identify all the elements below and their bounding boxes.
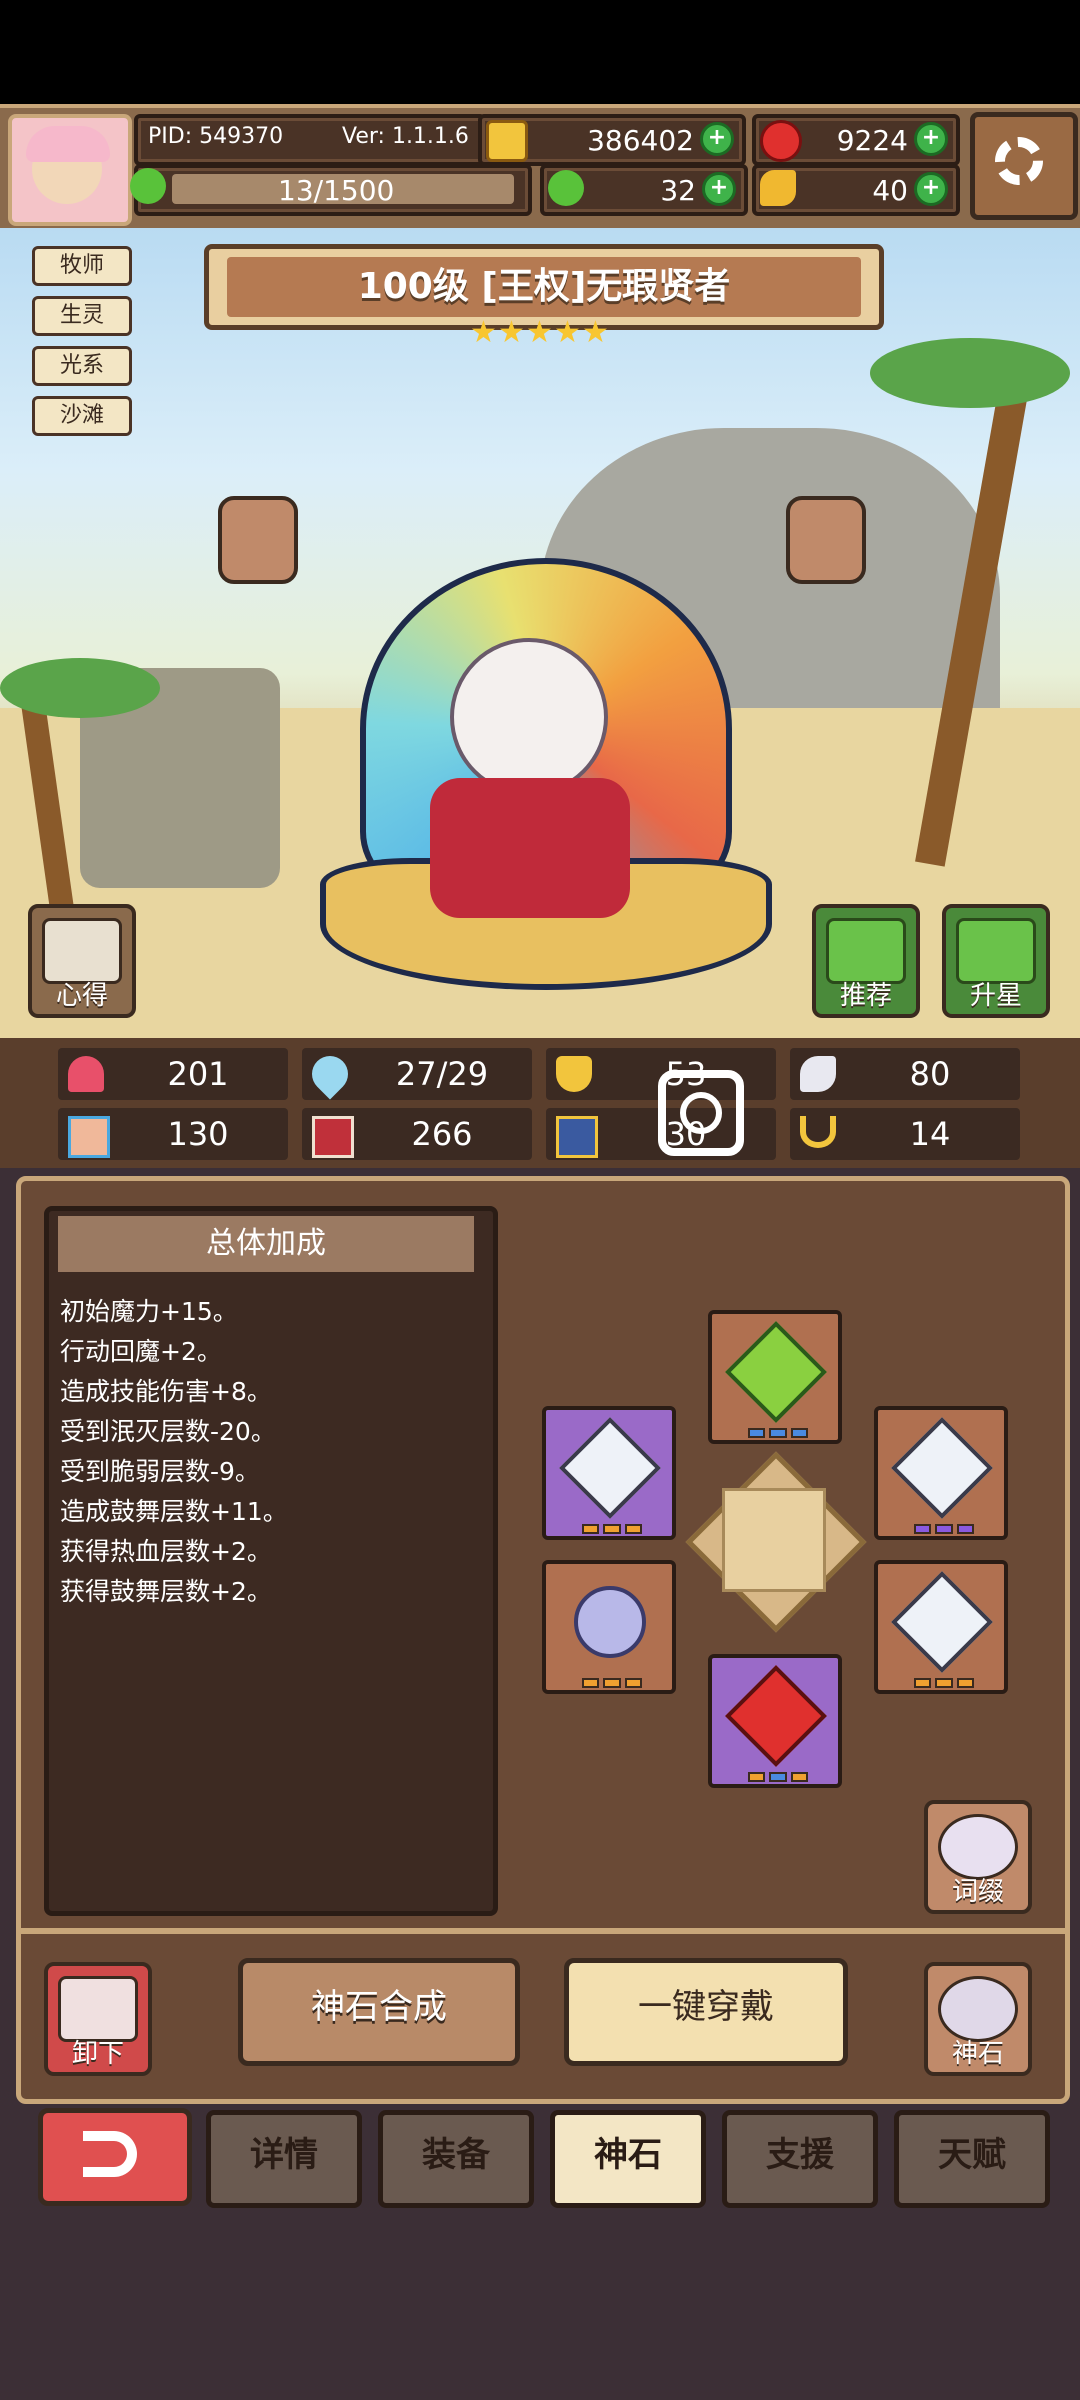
clover-add-button[interactable]: + — [702, 172, 736, 206]
gem-amount: 9224 — [836, 124, 908, 157]
unequip-button[interactable]: 卸下 — [44, 1962, 152, 2076]
bonus-line: 受到脆弱层数-9。 — [60, 1457, 260, 1486]
bonus-line: 造成鼓舞层数+11。 — [60, 1497, 288, 1526]
clover-box: 32 + — [540, 164, 748, 216]
gold-amount: 386402 — [587, 124, 694, 157]
heart-icon — [68, 1056, 104, 1092]
recommend-label: 推荐 — [839, 981, 892, 1011]
tab-godstone[interactable]: 神石 — [550, 2110, 706, 2208]
stat-mana: 27/29 — [302, 1048, 532, 1100]
gem-slot-upper-right[interactable] — [874, 1406, 1008, 1540]
prev-hero-button[interactable] — [218, 496, 298, 584]
bonus-line: 造成技能伤害+8。 — [60, 1377, 272, 1406]
gem-slot-top[interactable] — [708, 1310, 842, 1444]
purple-gem-icon — [559, 1571, 661, 1673]
insight-label: 心得 — [55, 981, 108, 1011]
version-text: Ver: 1.1.1.6 — [342, 124, 469, 149]
fist-icon — [68, 1116, 110, 1158]
hero-tag-element: 光系 — [32, 346, 132, 386]
shield-icon — [556, 1056, 592, 1092]
boot-icon — [556, 1116, 598, 1158]
hero-tag-terrain: 沙滩 — [32, 396, 132, 436]
affix-button[interactable]: 词缀 — [924, 1800, 1032, 1914]
fish-amount: 40 — [872, 174, 908, 207]
bonus-line: 行动回魔+2。 — [60, 1337, 222, 1366]
horseshoe-icon — [800, 1116, 836, 1148]
hero-tag-class: 牧师 — [32, 246, 132, 286]
fish-icon — [760, 170, 796, 206]
clover-amount: 32 — [660, 174, 696, 207]
insight-button[interactable]: 心得 — [28, 904, 136, 1018]
pid-version-box: PID: 549370 Ver: 1.1.1.6 — [134, 114, 486, 166]
star-icon: ★ — [554, 315, 581, 350]
hero-title: 100级 [王权]无瑕贤者 — [357, 266, 731, 307]
gold-coin-icon — [486, 120, 528, 162]
back-button[interactable] — [38, 2108, 192, 2206]
tab-equipment[interactable]: 装备 — [378, 2110, 534, 2208]
bonus-line: 获得热血层数+2。 — [60, 1537, 272, 1566]
gem-slot-lower-right[interactable] — [874, 1560, 1008, 1694]
unequip-label: 卸下 — [71, 2039, 124, 2069]
star-up-label: 升星 — [969, 981, 1022, 1011]
bonus-line: 初始魔力+15。 — [60, 1297, 238, 1326]
red-gem-icon — [725, 1665, 827, 1767]
fish-add-button[interactable]: + — [914, 172, 948, 206]
affix-label: 词缀 — [951, 1877, 1004, 1907]
gem-slot-lower-left[interactable] — [542, 1560, 676, 1694]
tab-talent[interactable]: 天赋 — [894, 2110, 1050, 2208]
red-gem-icon — [760, 120, 802, 162]
star-icon: ★ — [498, 315, 525, 350]
green-gem-icon — [725, 1321, 827, 1423]
hero-character[interactable] — [320, 558, 772, 1018]
player-avatar[interactable] — [8, 114, 132, 226]
hero-tag-race: 生灵 — [32, 296, 132, 336]
tab-support[interactable]: 支援 — [722, 2110, 878, 2208]
clover-energy-icon — [130, 168, 166, 204]
tab-details[interactable]: 详情 — [206, 2110, 362, 2208]
total-bonus-header: 总体加成 — [58, 1216, 474, 1272]
stat-speed: 80 — [790, 1048, 1020, 1100]
stat-attack: 130 — [58, 1108, 288, 1160]
white-diamond-icon — [891, 1417, 993, 1519]
wing-icon — [800, 1056, 836, 1092]
gem-box: 9224 + — [752, 114, 960, 166]
clover-icon — [548, 170, 584, 206]
next-hero-button[interactable] — [786, 496, 866, 584]
star-up-button[interactable]: 升星 — [942, 904, 1050, 1018]
gold-box: 386402 + — [478, 114, 746, 166]
synthesize-button[interactable]: 神石合成 — [238, 1958, 520, 2066]
bonus-line: 获得鼓舞层数+2。 — [60, 1577, 272, 1606]
fish-box: 40 + — [752, 164, 960, 216]
book-icon — [312, 1116, 354, 1158]
settings-button[interactable] — [970, 112, 1078, 220]
godstone-label: 神石 — [951, 2039, 1004, 2069]
panel-divider — [16, 1928, 1070, 1934]
white-diamond-icon — [891, 1571, 993, 1673]
white-diamond-icon — [559, 1417, 661, 1519]
gem-slot-upper-left[interactable] — [542, 1406, 676, 1540]
mana-drop-icon — [304, 1048, 356, 1100]
star-icon: ★ — [470, 315, 497, 350]
stat-luck: 14 — [790, 1108, 1020, 1160]
back-arrow-icon — [83, 2131, 137, 2177]
equip-all-button[interactable]: 一键穿戴 — [564, 1958, 848, 2066]
gem-add-button[interactable]: + — [914, 122, 948, 156]
energy-text: 13/1500 — [278, 174, 395, 207]
energy-box: 13/1500 — [130, 164, 532, 216]
star-icon: ★ — [526, 315, 553, 350]
tutorial-pointer-icon — [658, 1070, 744, 1156]
bonus-line: 受到泯灭层数-20。 — [60, 1417, 276, 1446]
recommend-button[interactable]: 推荐 — [812, 904, 920, 1018]
stat-hp: 201 — [58, 1048, 288, 1100]
pid-text: PID: 549370 — [148, 124, 284, 149]
star-icon: ★ — [582, 315, 609, 350]
gem-slot-bottom[interactable] — [708, 1654, 842, 1788]
stat-magic: 266 — [302, 1108, 532, 1160]
godstone-button[interactable]: 神石 — [924, 1962, 1032, 2076]
gold-add-button[interactable]: + — [700, 122, 734, 156]
top-resource-bar: PID: 549370 Ver: 1.1.1.6 386402 + 9224 +… — [0, 104, 1080, 232]
